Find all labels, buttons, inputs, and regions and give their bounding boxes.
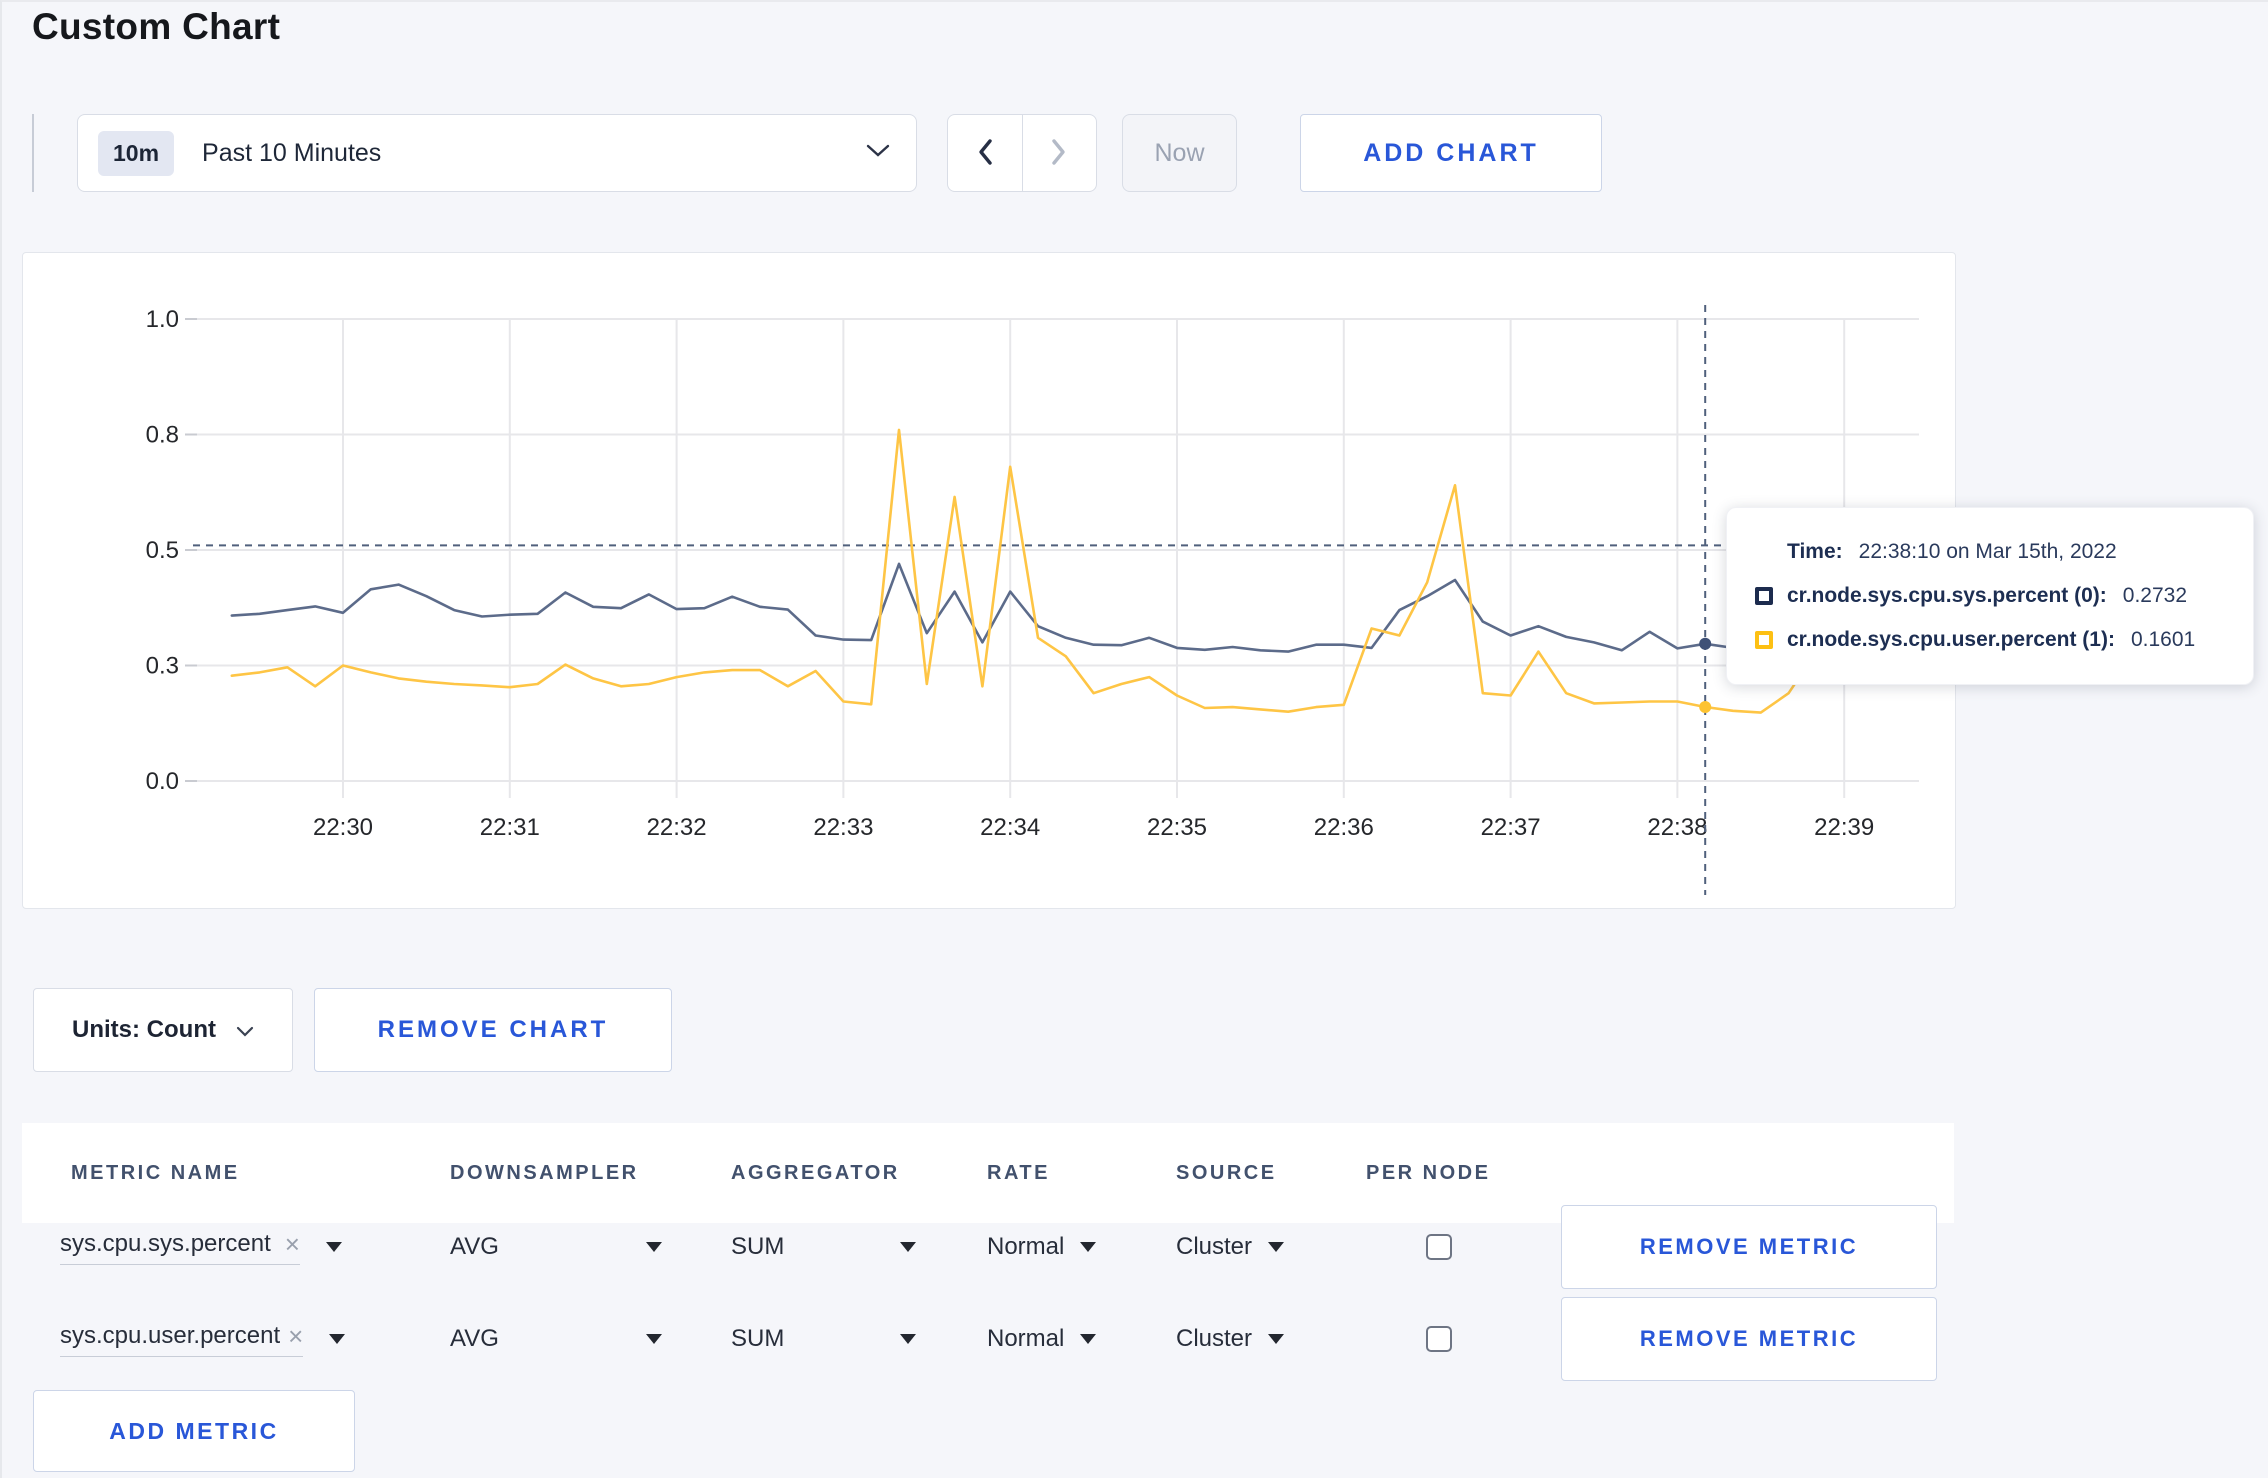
dropdown-arrow-icon	[646, 1242, 662, 1252]
time-range-select[interactable]: 10m Past 10 Minutes	[77, 114, 917, 192]
dropdown-arrow-icon	[1268, 1334, 1285, 1344]
dropdown-arrow-icon	[900, 1334, 916, 1344]
metric-row: sys.cpu.sys.percent × AVG SUM Normal Clu…	[2, 1205, 2268, 1289]
y-axis-tick-label: 0.8	[146, 422, 179, 449]
y-axis-tick-label: 1.0	[146, 306, 179, 333]
toolbar-divider	[32, 114, 34, 192]
tooltip-time-value: 22:38:10 on Mar 15th, 2022	[1858, 540, 2117, 563]
chevron-down-icon	[866, 144, 890, 163]
clear-metric-icon[interactable]: ×	[285, 1231, 300, 1257]
y-axis-tick-label: 0.0	[146, 768, 179, 795]
chevron-down-icon	[236, 1016, 254, 1044]
downsampler-select[interactable]: AVG	[450, 1205, 662, 1289]
tooltip-time-row: Time: 22:38:10 on Mar 15th, 2022	[1787, 540, 2117, 563]
y-axis-tick-label: 0.5	[146, 537, 179, 564]
x-axis-tick-label: 22:34	[980, 814, 1040, 841]
dropdown-arrow-icon	[325, 1242, 342, 1252]
x-axis-tick-label: 22:36	[1314, 814, 1374, 841]
x-axis-tick-label: 22:31	[480, 814, 540, 841]
chevron-left-icon	[975, 137, 995, 170]
dropdown-arrow-icon	[1080, 1242, 1097, 1252]
x-axis-tick-label: 22:33	[813, 814, 873, 841]
clear-metric-icon[interactable]: ×	[288, 1323, 303, 1349]
per-node-checkbox[interactable]	[1426, 1234, 1452, 1260]
dropdown-arrow-icon	[1268, 1242, 1285, 1252]
dropdown-arrow-icon	[1080, 1334, 1097, 1344]
downsampler-select[interactable]: AVG	[450, 1297, 662, 1381]
x-axis-tick-label: 22:35	[1147, 814, 1207, 841]
chart-plot-area[interactable]: 0.0 0.3 0.5 0.8 1.0 22:30 22:31 22:32 22:33 22:34…	[23, 253, 1953, 906]
rate-select[interactable]: Normal	[987, 1297, 1097, 1381]
add-metric-button[interactable]: ADD METRIC	[33, 1390, 355, 1472]
chevron-right-icon	[1049, 137, 1069, 170]
source-select[interactable]: Cluster	[1176, 1297, 1285, 1381]
x-axis-tick-label: 22:32	[647, 814, 707, 841]
tooltip-series-row: cr.node.sys.cpu.user.percent (1): 0.1601	[1755, 628, 2253, 652]
next-time-button[interactable]	[1023, 115, 1097, 191]
aggregator-select[interactable]: SUM	[731, 1297, 916, 1381]
tooltip-series-row: cr.node.sys.cpu.sys.percent (0): 0.2732	[1755, 584, 2253, 608]
page-title: Custom Chart	[32, 6, 281, 47]
x-axis-tick-label: 22:39	[1814, 814, 1874, 841]
metric-row: sys.cpu.user.percent × AVG SUM Normal Cl…	[2, 1297, 2268, 1381]
series-line-sys	[230, 562, 1902, 653]
time-pager	[947, 114, 1097, 192]
hover-point-user	[1699, 701, 1712, 714]
series-swatch-sys	[1755, 587, 1773, 605]
dropdown-arrow-icon	[329, 1334, 346, 1344]
per-node-checkbox[interactable]	[1426, 1326, 1452, 1352]
units-select[interactable]: Units: Count	[33, 988, 293, 1072]
remove-metric-button[interactable]: REMOVE METRIC	[1561, 1205, 1937, 1289]
time-range-label: Past 10 Minutes	[202, 138, 382, 167]
source-select[interactable]: Cluster	[1176, 1205, 1285, 1289]
metric-name-select[interactable]: sys.cpu.sys.percent ×	[60, 1230, 300, 1265]
chart-tooltip: Time: 22:38:10 on Mar 15th, 2022 cr.node…	[1726, 507, 2254, 685]
dropdown-arrow-icon	[900, 1242, 916, 1252]
series-line-user	[230, 428, 1902, 714]
tooltip-series-value: 0.2732	[2122, 584, 2188, 607]
rate-select[interactable]: Normal	[987, 1205, 1097, 1289]
aggregator-select[interactable]: SUM	[731, 1205, 916, 1289]
remove-chart-button[interactable]: REMOVE CHART	[314, 988, 672, 1072]
x-axis-tick-label: 22:38	[1647, 814, 1707, 841]
hover-point-sys	[1699, 637, 1712, 650]
add-chart-button[interactable]: ADD CHART	[1300, 114, 1602, 192]
series-swatch-user	[1755, 631, 1773, 649]
metric-name-select[interactable]: sys.cpu.user.percent ×	[60, 1322, 304, 1357]
time-range-badge: 10m	[98, 130, 175, 176]
y-axis-tick-label: 0.3	[146, 653, 179, 680]
dropdown-arrow-icon	[646, 1334, 662, 1344]
x-axis-tick-label: 22:37	[1481, 814, 1541, 841]
prev-time-button[interactable]	[948, 115, 1023, 191]
now-button[interactable]: Now	[1122, 114, 1237, 192]
x-axis-tick-label: 22:30	[313, 814, 373, 841]
remove-metric-button[interactable]: REMOVE METRIC	[1561, 1297, 1937, 1381]
chart-card: 0.0 0.3 0.5 0.8 1.0 22:30 22:31 22:32 22:33 22:34…	[22, 252, 1956, 909]
tooltip-series-value: 0.1601	[2130, 628, 2196, 651]
custom-chart-page: Custom Chart 10m Past 10 Minutes Now ADD…	[0, 0, 2268, 1478]
